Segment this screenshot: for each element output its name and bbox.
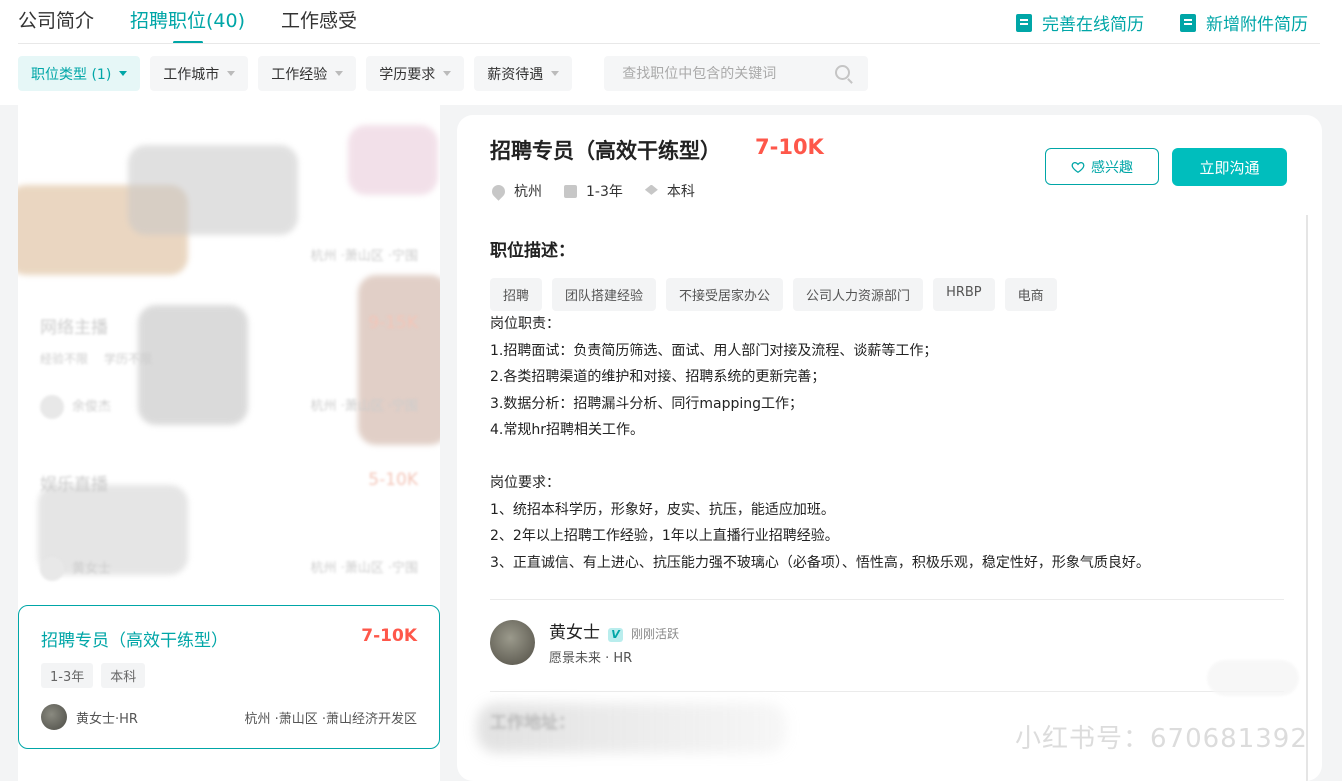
detail-salary: 7-10K — [755, 135, 824, 159]
graduation-cap-icon — [644, 184, 658, 195]
skill-tags: 招聘 团队搭建经验 不接受居家办公 公司人力资源部门 HRBP 电商 — [490, 278, 1067, 311]
job-location: 杭州 ·萧山区 ·宁围 — [310, 561, 418, 576]
company-tabs: 公司简介 招聘职位(40) 工作感受 — [18, 0, 393, 44]
chevron-down-icon — [443, 71, 452, 76]
recruiter-active-status: 刚刚活跃 — [631, 627, 680, 641]
list-item[interactable]: 娱乐直播 5-10K 黄女士 杭州 ·萧山区 ·宁围 — [18, 470, 440, 581]
redaction-scribble — [128, 145, 298, 235]
filter-salary-label: 薪资待遇 — [487, 66, 544, 83]
chevron-down-icon — [227, 71, 236, 76]
divider — [490, 599, 1284, 600]
list-item[interactable]: 网络主播 9-15K 经验不限 学历不限 余俊杰 杭州 ·萧山区 ·宁围 — [18, 313, 440, 419]
watermark: 小红书号：670681392 — [1015, 724, 1308, 754]
redaction-scribble — [348, 125, 438, 195]
tab-jobs[interactable]: 招聘职位(40) — [130, 0, 245, 44]
job-title: 娱乐直播 — [40, 475, 108, 495]
interested-button[interactable]: 感兴趣 — [1045, 148, 1159, 185]
filter-city[interactable]: 工作城市 — [150, 56, 249, 91]
verified-icon: V — [608, 628, 623, 642]
job-location: 杭州 ·萧山区 ·宁围 — [310, 399, 418, 414]
skill-tag: HRBP — [933, 278, 995, 311]
job-detail-panel: 招聘专员（高效干练型） 7-10K 杭州 1-3年 本科 感兴趣 立即沟通 职位… — [457, 115, 1322, 781]
tab-work-feedback[interactable]: 工作感受 — [281, 0, 357, 44]
briefcase-icon — [564, 184, 577, 198]
attachment-icon — [1180, 13, 1196, 32]
chevron-down-icon — [119, 71, 128, 76]
address-title: 工作地址： — [490, 713, 575, 733]
filter-experience-label: 工作经验 — [271, 66, 328, 83]
job-city: 杭州 — [514, 184, 542, 200]
job-tag-degree: 本科 — [101, 663, 146, 688]
chevron-down-icon — [335, 71, 344, 76]
interested-label: 感兴趣 — [1091, 159, 1133, 176]
job-meta: 杭州 1-3年 本科 — [489, 181, 717, 201]
job-title: 网络主播 — [40, 318, 108, 338]
avatar — [41, 704, 67, 730]
resume-actions: 完善在线简历 新增附件简历 — [980, 10, 1308, 35]
skill-tag: 不接受居家办公 — [666, 278, 784, 311]
job-salary: 5-10K — [368, 470, 418, 490]
section-title: 职位描述： — [490, 241, 575, 261]
search-icon[interactable] — [835, 65, 851, 80]
recruiter-company: 愿景未来 · HR — [549, 651, 633, 666]
job-degree: 本科 — [666, 184, 695, 200]
location-pin-icon — [489, 181, 508, 201]
filter-salary[interactable]: 薪资待遇 — [474, 56, 573, 91]
top-bar: 公司简介 招聘职位(40) 工作感受 完善在线简历 新增附件简历 职位类型 (1… — [0, 0, 1342, 105]
heart-icon — [1071, 161, 1085, 173]
filter-experience[interactable]: 工作经验 — [258, 56, 357, 91]
recruiter-info[interactable]: 黄女士 V 刚刚活跃 愿景未来 · HR — [490, 618, 679, 666]
detail-title: 招聘专员（高效干练型） — [490, 139, 721, 163]
filter-degree[interactable]: 学历要求 — [366, 56, 465, 91]
add-attachment-resume-button[interactable]: 新增附件简历 — [1180, 10, 1308, 35]
job-location: 杭州 ·萧山区 ·宁围 — [310, 249, 418, 264]
job-salary: 9-15K — [368, 313, 418, 333]
search-box — [604, 56, 869, 91]
selected-job-card[interactable]: 招聘专员（高效干练型） 7-10K 1-3年 本科 黄女士·HR 杭州 ·萧山区… — [18, 605, 440, 749]
job-hr: 黄女士 — [72, 561, 112, 577]
filter-bar: 职位类型 (1) 工作城市 工作经验 学历要求 薪资待遇 — [18, 56, 869, 91]
avatar — [40, 395, 64, 419]
job-tag: 学历不限 — [104, 352, 153, 366]
complete-resume-label: 完善在线简历 — [1042, 15, 1144, 35]
job-hr: 黄女士·HR — [76, 711, 138, 727]
avatar — [40, 557, 64, 581]
list-item[interactable]: 杭州 ·萧山区 ·宁围 — [18, 245, 440, 264]
skill-tag: 团队搭建经验 — [552, 278, 657, 311]
recruiter-name: 黄女士 — [549, 623, 600, 643]
skill-tag: 电商 — [1004, 278, 1057, 311]
divider — [490, 691, 1284, 692]
job-hr: 余俊杰 — [72, 399, 112, 415]
filter-job-type[interactable]: 职位类型 (1) — [18, 56, 141, 91]
add-attachment-label: 新增附件简历 — [1206, 15, 1308, 35]
complete-resume-button[interactable]: 完善在线简历 — [1016, 10, 1144, 35]
job-tag: 经验不限 — [40, 352, 89, 366]
skill-tag: 公司人力资源部门 — [793, 278, 924, 311]
avatar — [490, 619, 535, 665]
search-input[interactable] — [622, 65, 833, 82]
floating-button[interactable] — [1207, 660, 1299, 696]
resume-icon — [1016, 13, 1032, 32]
job-experience: 1-3年 — [586, 184, 623, 200]
job-tag-experience: 1-3年 — [41, 663, 94, 688]
skill-tag: 招聘 — [490, 278, 543, 311]
job-salary: 7-10K — [361, 626, 417, 646]
job-location: 杭州 ·萧山区 ·萧山经济开发区 — [244, 711, 417, 727]
chat-now-button[interactable]: 立即沟通 — [1172, 148, 1287, 186]
tab-divider — [18, 43, 1320, 44]
filter-job-type-label: 职位类型 (1) — [31, 66, 112, 83]
chevron-down-icon — [551, 71, 560, 76]
tab-company-intro[interactable]: 公司简介 — [18, 0, 94, 44]
filter-degree-label: 学历要求 — [379, 66, 436, 83]
filter-city-label: 工作城市 — [163, 66, 220, 83]
scrollbar[interactable] — [1306, 215, 1308, 781]
job-description: 岗位职责： 1.招聘面试：负责简历筛选、面试、用人部门对接及流程、谈薪等工作； … — [490, 316, 1150, 571]
